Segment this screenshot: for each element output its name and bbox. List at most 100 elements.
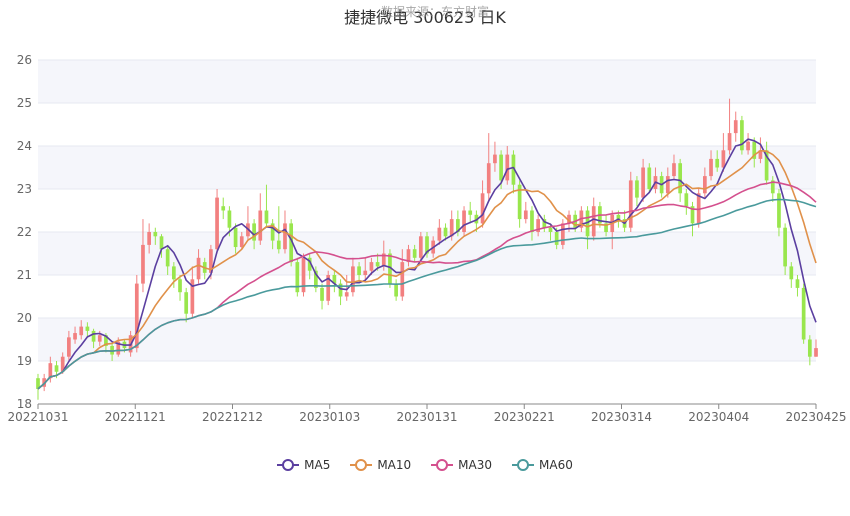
candle-body [789,266,794,280]
candle-body [54,365,59,372]
y-tick-label: 24 [17,139,32,153]
candle-body [295,262,300,293]
candle-body [85,326,90,331]
candle-body [715,158,720,168]
candle-body [369,262,374,271]
candle-body [746,141,750,151]
candle-body [628,180,633,228]
y-tick-label: 23 [17,182,32,196]
y-tick-label: 21 [17,268,32,282]
legend-ma60-label: MA60 [539,458,573,472]
candle-body [400,262,405,297]
candle-body [264,210,269,224]
candlestick-chart: 18 19 20 21 22 23 24 25 26 20221031 20221121 202212… [7,53,846,424]
candle-body [178,279,182,293]
candle-body [233,227,238,248]
candle-body [320,287,324,301]
candle-body [548,227,553,232]
candle-body [344,292,349,297]
legend-ma30-icon [431,459,454,471]
candle-body [258,210,263,241]
y-tick-label: 18 [17,397,32,411]
legend-ma60-icon [512,459,535,471]
grid-band [38,318,816,361]
candle-body [647,167,652,189]
candle-body [301,257,306,293]
candle-body [394,283,398,297]
candle-body [727,133,732,151]
y-tick-label: 20 [17,311,32,325]
candle-body [783,227,787,267]
candle-body [437,227,442,241]
x-tick-label: 20230221 [494,410,555,424]
legend-item-ma60[interactable]: MA60 [512,458,573,472]
y-tick-label: 25 [17,96,32,110]
candle-body [276,240,281,250]
candle-body [560,223,565,245]
candle-body [375,262,380,267]
candle-body [153,232,158,237]
candle-body [418,236,423,258]
x-tick-label: 20230314 [591,410,652,424]
candle-body [91,330,96,342]
candle-body [486,163,491,194]
x-tick-label: 20230131 [396,410,457,424]
y-tick-label: 22 [17,225,32,239]
candle-body [221,206,226,211]
candle-body [523,210,528,220]
candle-body [159,236,164,250]
candle-body [777,193,781,228]
candle-body [721,150,726,168]
legend-item-ma5[interactable]: MA5 [277,458,330,472]
candle-body [215,197,219,250]
candle-body [165,249,170,267]
candle-body [678,163,683,194]
x-tick-label: 20230404 [688,410,749,424]
candle-body [733,120,738,134]
candle-body [505,154,510,181]
candle-body [703,176,707,194]
legend-ma10-icon [350,459,373,471]
candle-body [363,270,368,275]
candle-body [499,154,503,181]
candle-body [635,180,639,198]
legend-ma10-label: MA10 [377,458,412,472]
grid-band [38,146,816,189]
candle-body [79,326,84,336]
y-tick-label: 19 [17,354,32,368]
legend-ma30-label: MA30 [458,458,493,472]
candle-body [814,348,818,357]
legend-item-ma30[interactable]: MA30 [431,458,492,472]
candle-body [554,232,559,245]
candle-body [807,339,812,357]
chart-legend: MA5 MA10 MA30 MA60 [0,458,850,472]
candle-body [171,266,176,280]
x-tick-label: 20230425 [785,410,846,424]
x-tick-label: 20221121 [105,410,166,424]
candle-body [357,266,361,275]
candle-body [351,266,355,293]
candle-body [412,249,417,258]
candle-body [530,210,534,232]
candle-body [672,163,676,177]
x-tick-label: 20221031 [7,410,68,424]
candle-body [462,210,466,232]
candle-body [141,244,145,284]
candle-body [740,120,744,151]
candle-body [184,292,189,314]
candle-body [493,154,497,164]
candle-body [443,227,448,237]
candle-body [239,236,244,248]
candle-body [709,158,713,177]
legend-ma5-icon [277,459,300,471]
candle-body [97,335,102,342]
x-tick-label: 20221212 [202,410,263,424]
candle-body [67,337,71,357]
candle-body [227,210,232,228]
candle-body [591,206,596,237]
legend-item-ma10[interactable]: MA10 [350,458,411,472]
candle-body [665,176,670,194]
candle-body [73,333,77,340]
candle-body [196,257,201,280]
legend-ma5-label: MA5 [304,458,331,472]
